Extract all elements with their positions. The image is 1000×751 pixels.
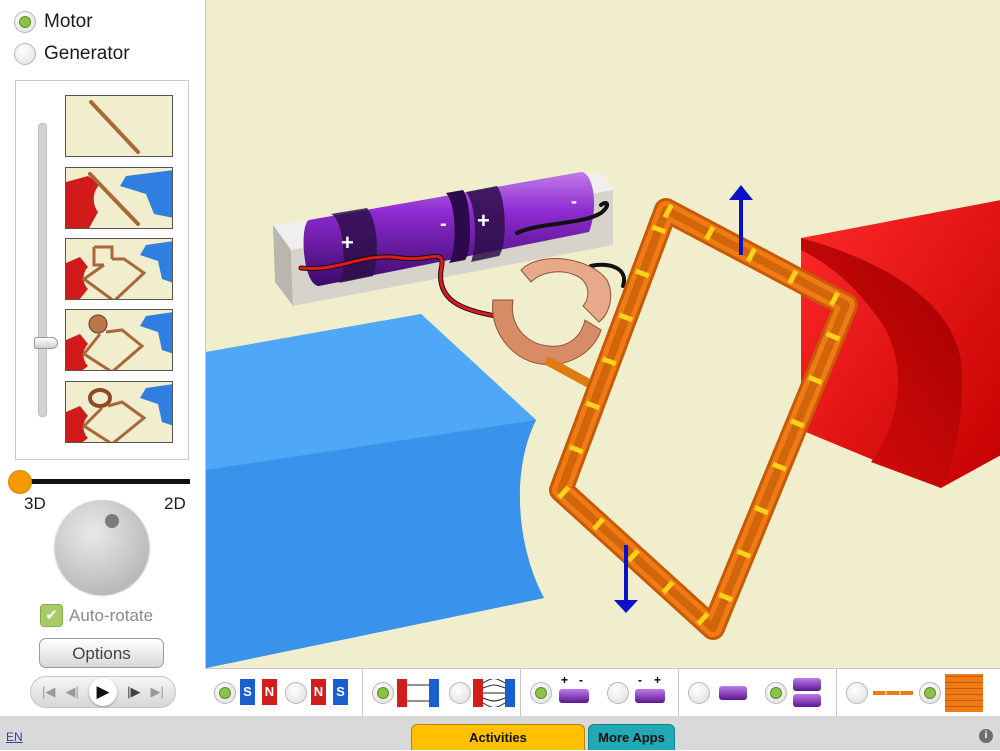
info-icon[interactable]: i [979,729,993,743]
coil-icon [945,674,983,712]
step-back-icon[interactable]: ◀| [66,684,79,700]
magnet-sn-radio[interactable] [214,682,236,704]
motor-label: Motor [44,11,93,32]
simulation-view[interactable]: + - + - [205,0,1000,668]
field-type-group [363,669,521,716]
step-thumbnail-square-loop[interactable] [65,238,173,300]
magnet-s-pole: S [333,679,348,705]
one-battery-radio[interactable] [688,682,710,704]
activities-tab[interactable]: Activities [411,724,585,750]
left-panel: Motor Generator 3D 2D ✔ Auto-rotate Opti… [0,0,205,716]
rotation-dial[interactable] [55,500,149,594]
polarity-forward-radio[interactable] [530,682,552,704]
steps-panel [15,80,189,460]
language-link[interactable]: EN [6,730,23,744]
skip-forward-icon[interactable]: ▶| [151,684,164,700]
dial-notch [105,514,119,528]
polarity-minus: - [638,673,642,687]
battery-icon [635,689,665,703]
radio-button[interactable] [14,11,36,33]
polarity-plus: + [561,673,569,687]
battery-plus-2: + [477,208,490,233]
magnet-orientation-group: S N N S [205,669,363,716]
radio-button[interactable] [14,43,36,65]
more-apps-tab[interactable]: More Apps [588,724,675,750]
single-wire-radio[interactable] [846,682,868,704]
footer-bar: EN Activities More Apps i [0,716,1000,750]
coil-turns-group [837,669,1000,716]
skip-back-icon[interactable]: |◀ [42,684,55,700]
view-slider[interactable] [8,470,190,494]
generator-radio[interactable]: Generator [14,41,130,67]
step-thumbnail-split-ring[interactable] [65,381,173,443]
battery-plus-1: + [341,230,354,255]
polarity-minus: - [579,673,583,687]
magnet-ns-radio[interactable] [285,682,307,704]
coil-loop[interactable] [549,198,858,640]
battery-icon [793,678,821,691]
field-lines-radio[interactable] [449,682,471,704]
polarity-plus: + [654,673,662,687]
options-button[interactable]: Options [39,638,164,668]
field-lines-icon [473,679,515,707]
view-3d-label: 3D [24,494,46,513]
battery-minus-2: - [571,191,577,211]
options-toolbar: S N N S + - - + [205,668,1000,716]
battery-minus-1: - [440,213,447,235]
split-ring-commutator [492,258,612,366]
magnet-s-pole: S [240,679,255,705]
step-forward-icon[interactable]: |▶ [127,684,140,700]
coil-radio[interactable] [919,682,941,704]
battery-icon [559,689,589,703]
checkmark-icon[interactable]: ✔ [40,604,63,627]
view-2d-label: 2D [164,494,186,513]
motor-radio[interactable]: Motor [14,9,93,35]
play-icon[interactable]: ▶ [88,678,117,706]
auto-rotate-checkbox[interactable]: ✔ Auto-rotate [40,604,153,627]
one-battery-icon [719,686,747,700]
step-slider-track[interactable] [38,123,47,417]
field-simple-radio[interactable] [372,682,394,704]
two-batteries-radio[interactable] [765,682,787,704]
step-slider-handle[interactable] [34,337,58,349]
battery-polarity-group: + - - + [521,669,679,716]
battery-count-group [679,669,837,716]
magnet-n-pole: N [262,679,277,705]
generator-label: Generator [44,43,130,64]
polarity-reverse-radio[interactable] [607,682,629,704]
field-straight-icon [397,679,439,707]
magnet-n-pole: N [311,679,326,705]
view-slider-knob[interactable] [8,470,32,494]
battery-icon [793,694,821,707]
auto-rotate-label: Auto-rotate [69,605,154,625]
step-thumbnail-straight-wire[interactable] [65,95,173,157]
playback-controls: |◀ ◀| ▶ |▶ ▶| [30,676,176,708]
step-thumbnail-commutator[interactable] [65,309,173,371]
single-wire-icon [873,691,913,695]
blue-magnet [206,314,544,668]
step-thumbnail-wire-magnets[interactable] [65,167,173,229]
